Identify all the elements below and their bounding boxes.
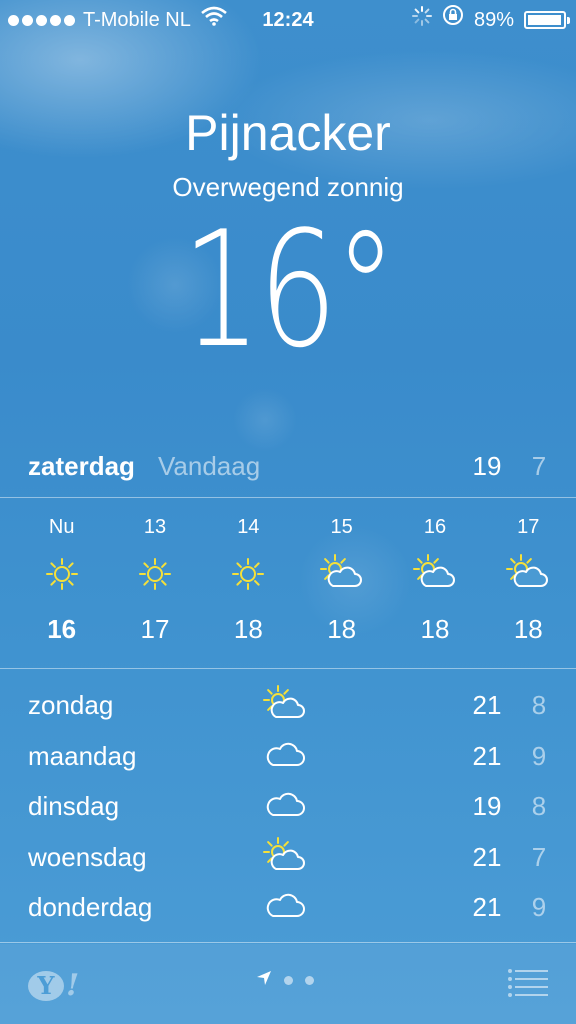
list-icon[interactable] [508, 968, 548, 998]
daily-row: maandag 21 9 [0, 731, 576, 782]
daily-day: zondag [28, 690, 114, 720]
divider-middle [0, 668, 576, 669]
city-name: Pijnacker [185, 105, 391, 161]
daily-high: 21 [472, 740, 502, 771]
daily-row: donderdag 21 9 [0, 882, 576, 933]
yahoo-logo-icon[interactable]: Y! [28, 968, 79, 1003]
current-temperature: 16° [182, 196, 397, 383]
page-indicator[interactable] [256, 970, 314, 991]
today-day: zaterdag [28, 451, 135, 481]
hour-temp: 18 [513, 614, 543, 644]
hour-time: 17 [517, 516, 540, 538]
hourly-forecast[interactable]: Nu 16 13 17 14 18 15 18 16 18 17 18 [15, 510, 575, 654]
daily-low: 8 [531, 791, 547, 821]
hour-time: 13 [143, 516, 167, 538]
daily-high: 21 [472, 690, 502, 720]
sun-icon [202, 544, 295, 604]
today-label: Vandaag [158, 451, 261, 481]
cloud-icon [260, 786, 310, 826]
hour-temp: 16 [47, 614, 77, 644]
sun-icon [15, 544, 108, 604]
hour-item: 13 17 [108, 510, 201, 654]
hour-time: 15 [330, 516, 353, 538]
today-low: 7 [531, 451, 547, 481]
hour-item: 16 18 [388, 510, 481, 654]
daily-low: 9 [531, 740, 547, 771]
daily-row: zondag 21 8 [0, 680, 576, 731]
current-temperature-wrap: 16° [0, 210, 576, 370]
daily-low: 9 [531, 892, 547, 922]
sun-icon [108, 544, 201, 604]
hour-time: 16 [423, 516, 447, 538]
partly-cloudy-icon [260, 685, 310, 725]
daily-row: woensdag 21 7 [0, 832, 576, 883]
cloud-icon [260, 736, 310, 776]
today-high: 19 [472, 451, 502, 481]
hour-item: 15 18 [295, 510, 388, 654]
partly-cloudy-icon [482, 544, 575, 604]
divider-bottom [0, 942, 576, 943]
battery-icon [524, 11, 570, 29]
daily-high: 21 [472, 892, 502, 922]
footer-bar: Y! [0, 944, 576, 1024]
daily-low: 8 [531, 690, 547, 720]
cloud-icon [260, 887, 310, 927]
partly-cloudy-icon [295, 544, 388, 604]
hour-temp: 18 [420, 614, 450, 644]
hour-temp: 18 [233, 614, 263, 644]
daily-day: donderdag [28, 892, 153, 922]
daily-forecast[interactable]: zondag 21 8 maandag 21 9 dinsdag 19 8 wo… [0, 680, 576, 933]
activity-spinner-icon [411, 0, 432, 40]
today-row: zaterdag Vandaag 19 7 [0, 446, 576, 486]
daily-high: 21 [472, 841, 502, 872]
location-arrow-icon [256, 970, 272, 991]
status-bar: T-Mobile NL 12:24 89% [0, 0, 576, 40]
divider-top [0, 497, 576, 498]
page-dot [284, 976, 293, 985]
hour-item: 17 18 [482, 510, 575, 654]
daily-day: maandag [28, 740, 137, 771]
hour-temp: 18 [327, 614, 357, 644]
orientation-lock-icon [442, 0, 464, 40]
daily-low: 7 [531, 841, 547, 872]
hour-temp: 17 [140, 614, 170, 644]
daily-high: 19 [472, 791, 502, 821]
page-dot [305, 976, 314, 985]
hour-item: 14 18 [202, 510, 295, 654]
status-right: 89% [411, 0, 570, 40]
battery-percentage: 89% [473, 9, 514, 31]
daily-row: dinsdag 19 8 [0, 781, 576, 832]
partly-cloudy-icon [388, 544, 481, 604]
hour-time: Nu [48, 516, 75, 538]
daily-day: dinsdag [28, 791, 120, 821]
hour-time: 14 [237, 516, 260, 538]
partly-cloudy-icon [260, 836, 310, 877]
daily-day: woensdag [28, 841, 147, 872]
hour-item: Nu 16 [15, 510, 108, 654]
